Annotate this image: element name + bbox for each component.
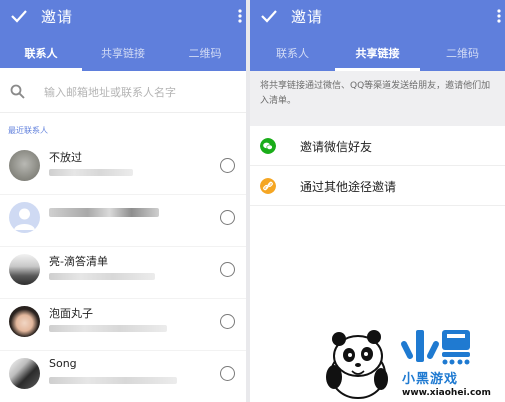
page-title: 邀请 [41, 8, 74, 26]
contact-name: 泡面丸子 [49, 307, 93, 320]
brand-xiao-glyph [401, 330, 439, 362]
app-bar: 邀请 联系人 共享链接 二维码 [0, 0, 246, 71]
brand-hei-glyph [442, 330, 470, 365]
blurred-contact-name [49, 208, 159, 217]
blurred-contact-detail [49, 169, 133, 176]
contact-row[interactable] [0, 195, 246, 247]
avatar [9, 254, 40, 285]
tab-bar: 联系人 共享链接 二维码 [250, 40, 505, 71]
avatar [9, 306, 40, 337]
search-input[interactable]: 输入邮箱地址或联系人名字 [44, 84, 176, 100]
select-radio[interactable] [220, 366, 235, 381]
blurred-contact-detail [49, 377, 177, 384]
xiaohei-watermark-logo: 小黑游戏 www.xiaohei.com [318, 322, 505, 402]
tab-contacts[interactable]: 联系人 [0, 40, 82, 71]
blurred-contact-detail [49, 325, 167, 332]
blurred-contact-detail [49, 273, 155, 280]
select-radio[interactable] [220, 158, 235, 173]
search-bar[interactable]: 输入邮箱地址或联系人名字 [0, 71, 246, 113]
link-icon [260, 178, 276, 194]
avatar [9, 358, 40, 389]
brand-name: 小黑游戏 [402, 372, 459, 387]
select-radio[interactable] [220, 262, 235, 277]
confirm-check-icon[interactable] [259, 6, 279, 26]
option-label: 通过其他途径邀请 [300, 180, 397, 194]
more-options-icon[interactable] [238, 9, 242, 23]
confirm-check-icon[interactable] [9, 6, 29, 26]
tab-contacts[interactable]: 联系人 [250, 40, 335, 71]
avatar [9, 202, 40, 233]
app-bar: 邀请 联系人 共享链接 二维码 [250, 0, 505, 71]
contact-name: Song [49, 357, 77, 370]
contact-row[interactable]: 泡面丸子 [0, 299, 246, 351]
more-options-icon[interactable] [497, 9, 501, 23]
contact-name: 不放过 [49, 151, 82, 164]
contact-name: 亮-滴答清单 [49, 255, 108, 268]
page-title: 邀请 [291, 8, 324, 26]
brand-site: www.xiaohei.com [402, 388, 491, 398]
contact-row[interactable]: Song [0, 351, 246, 402]
tab-qr-code[interactable]: 二维码 [164, 40, 246, 71]
select-radio[interactable] [220, 314, 235, 329]
invite-wechat-option[interactable]: 邀请微信好友 [250, 126, 505, 166]
tab-qr-code[interactable]: 二维码 [420, 40, 505, 71]
avatar [9, 150, 40, 181]
tab-bar: 联系人 共享链接 二维码 [0, 40, 246, 71]
default-avatar-icon [14, 208, 35, 230]
invite-other-option[interactable]: 通过其他途径邀请 [250, 166, 505, 206]
option-label: 邀请微信好友 [300, 140, 373, 154]
wechat-icon [260, 138, 276, 154]
share-link-description: 将共享链接通过微信、QQ等渠道发送给朋友，邀请他们加入清单。 [250, 71, 505, 126]
tab-share-link[interactable]: 共享链接 [335, 40, 420, 71]
contact-row[interactable]: 不放过 [0, 143, 246, 195]
select-radio[interactable] [220, 210, 235, 225]
contact-row[interactable]: 亮-滴答清单 [0, 247, 246, 299]
search-icon [10, 84, 25, 99]
recent-contacts-label: 最近联系人 [8, 126, 48, 135]
contacts-screen: 邀请 联系人 共享链接 二维码 输入邮箱地址或联系人名字 最近联系人 不放过 亮… [0, 0, 246, 402]
tab-share-link[interactable]: 共享链接 [82, 40, 164, 71]
